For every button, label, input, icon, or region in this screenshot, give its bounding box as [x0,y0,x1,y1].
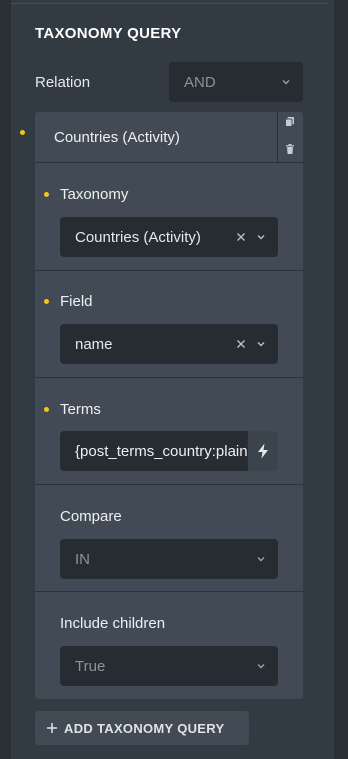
header-divider [277,112,278,162]
dynamic-data-button[interactable] [248,431,278,471]
add-button-label: ADD TAXONOMY QUERY [64,720,225,736]
modified-indicator [20,130,25,135]
chevron-down-icon [257,557,265,562]
terms-input[interactable] [60,431,248,471]
divider [35,162,303,163]
divider [35,377,303,378]
relation-label: Relation [35,74,91,91]
divider [35,484,303,485]
chevron-down-icon [257,664,265,669]
terms-label: Terms [60,401,101,418]
bolt-icon [258,443,268,459]
copy-icon[interactable] [284,116,296,128]
field-value: name [75,335,113,353]
terms-field [60,431,278,471]
plus-icon [47,723,57,733]
chevron-down-icon [282,80,290,85]
relation-select[interactable]: AND [169,62,303,102]
trash-icon[interactable] [284,143,296,155]
modified-indicator [44,299,49,304]
close-icon[interactable] [234,230,248,244]
query-item-header[interactable]: Countries (Activity) [35,112,278,162]
include-children-value: True [75,657,106,675]
include-children-select[interactable]: True [60,646,278,686]
taxonomy-label: Taxonomy [60,186,129,203]
query-item-title: Countries (Activity) [54,128,180,146]
scrollbar-track[interactable] [344,0,348,759]
field-label: Field [60,293,93,310]
taxonomy-select[interactable]: Countries (Activity) [60,217,278,257]
compare-value: IN [75,550,90,568]
include-children-label: Include children [60,615,166,632]
panel-top-divider [11,0,328,4]
taxonomy-value: Countries (Activity) [75,228,201,246]
modified-indicator [44,407,49,412]
chevron-down-icon [257,342,265,347]
add-taxonomy-query-button[interactable]: ADD TAXONOMY QUERY [35,711,249,745]
section-title: TAXONOMY QUERY [35,25,182,42]
chevron-down-icon [257,235,265,240]
compare-label: Compare [60,508,122,525]
relation-value: AND [184,73,216,91]
close-icon[interactable] [234,337,248,351]
divider [35,270,303,271]
modified-indicator [44,192,49,197]
divider [35,591,303,592]
compare-select[interactable]: IN [60,539,278,579]
field-select[interactable]: name [60,324,278,364]
